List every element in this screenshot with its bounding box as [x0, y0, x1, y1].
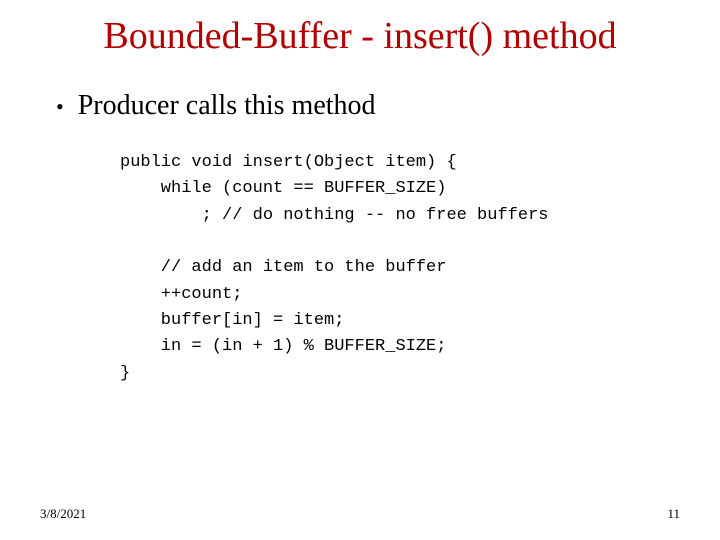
footer-date: 3/8/2021	[40, 506, 86, 522]
bullet-item: • Producer calls this method	[56, 90, 376, 122]
bullet-text: Producer calls this method	[78, 90, 376, 122]
slide: Bounded-Buffer - insert() method • Produ…	[0, 0, 720, 540]
code-line: buffer[in] = item;	[120, 311, 344, 330]
bullet-marker: •	[56, 93, 64, 121]
code-block: public void insert(Object item) { while …	[120, 150, 620, 387]
code-line: while (count == BUFFER_SIZE)	[120, 179, 446, 198]
code-line: // add an item to the buffer	[120, 258, 446, 277]
code-line: public void insert(Object item) {	[120, 153, 457, 172]
slide-title: Bounded-Buffer - insert() method	[0, 14, 720, 58]
footer-page-number: 11	[667, 506, 680, 522]
code-line: }	[120, 364, 130, 383]
code-line: ++count;	[120, 285, 242, 304]
code-line: in = (in + 1) % BUFFER_SIZE;	[120, 337, 446, 356]
code-line: ; // do nothing -- no free buffers	[120, 206, 548, 225]
